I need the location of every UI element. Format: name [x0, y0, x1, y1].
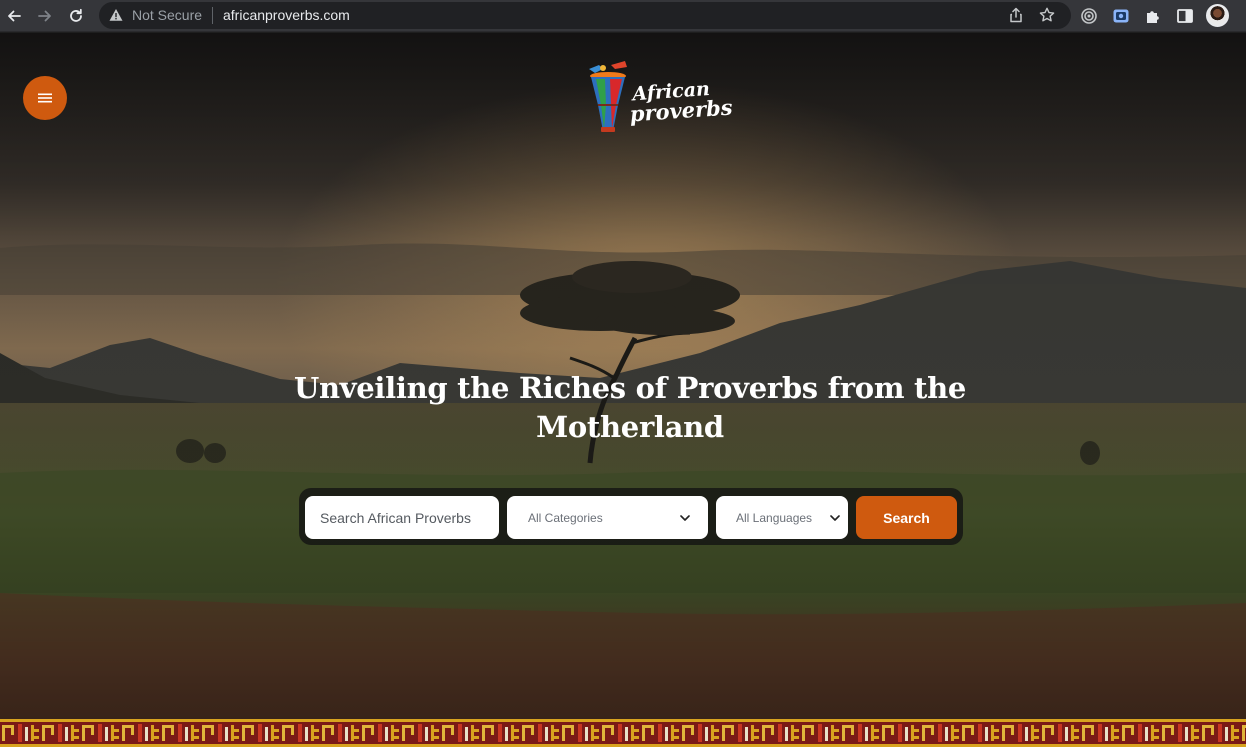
extension-screen-icon[interactable] — [1111, 6, 1131, 26]
puzzle-icon[interactable] — [1143, 6, 1163, 26]
warning-icon[interactable] — [109, 8, 123, 22]
logo-wordmark: African proverbs — [628, 77, 734, 127]
page-content: African proverbs Unveiling the Riches of… — [0, 33, 1246, 747]
menu-button[interactable] — [23, 76, 67, 120]
site-logo[interactable]: African proverbs — [585, 59, 733, 135]
hamburger-icon — [38, 93, 52, 103]
drum-logo-icon — [589, 61, 627, 132]
decorative-african-pattern — [0, 719, 1246, 747]
browser-toolbar: Not Secure africanproverbs.com — [0, 0, 1246, 32]
language-select[interactable]: All Languages — [716, 496, 848, 539]
address-bar[interactable]: Not Secure africanproverbs.com — [99, 2, 1071, 29]
hero-headline: Unveiling the Riches of Proverbs from th… — [250, 369, 1010, 447]
search-input[interactable] — [305, 496, 499, 539]
hero-headline-line1: Unveiling the Riches of Proverbs from th… — [293, 371, 967, 405]
back-arrow-icon[interactable] — [3, 5, 25, 27]
share-icon[interactable] — [1008, 7, 1024, 23]
extension-target-icon[interactable] — [1079, 6, 1099, 26]
profile-avatar[interactable] — [1206, 4, 1229, 27]
url-text[interactable]: africanproverbs.com — [223, 7, 350, 23]
chevron-down-icon — [680, 514, 690, 521]
chevron-down-icon — [830, 514, 840, 521]
search-button[interactable]: Search — [856, 496, 957, 539]
category-select-value: All Categories — [528, 510, 603, 525]
category-select[interactable]: All Categories — [507, 496, 708, 539]
language-select-value: All Languages — [736, 510, 813, 525]
address-divider — [212, 7, 213, 24]
logo-text-proverbs: proverbs — [628, 94, 734, 127]
sidebar-icon[interactable] — [1175, 6, 1195, 26]
search-form: All Categories All Languages Search — [299, 488, 963, 545]
reload-icon[interactable] — [65, 5, 87, 27]
forward-arrow-icon[interactable] — [34, 5, 56, 27]
hero-headline-line2: Motherland — [536, 410, 724, 444]
security-label[interactable]: Not Secure — [132, 7, 202, 23]
star-icon[interactable] — [1039, 7, 1055, 23]
